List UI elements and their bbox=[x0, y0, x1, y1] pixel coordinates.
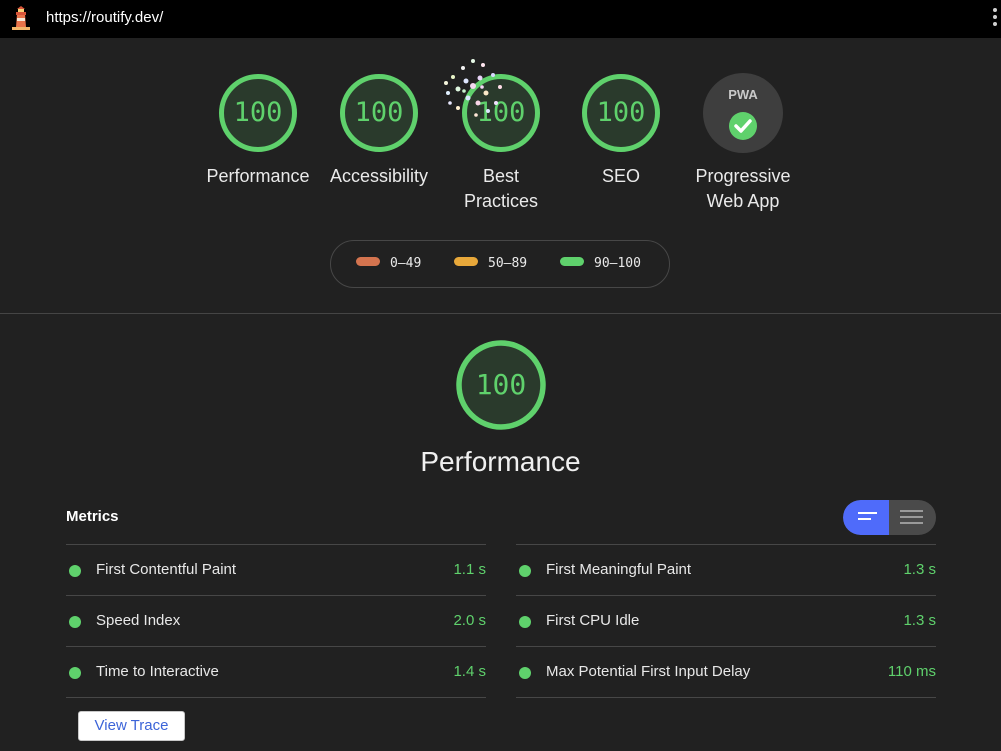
gauge-score: 100 bbox=[233, 97, 283, 128]
metric-name: First Meaningful Paint bbox=[546, 561, 692, 578]
confetti-decoration bbox=[444, 59, 502, 117]
legend-item-pass: 90–100 bbox=[560, 255, 641, 273]
gauge-seo[interactable]: 100 SEO bbox=[566, 73, 676, 189]
section-divider bbox=[0, 313, 1001, 314]
more-vert-icon[interactable] bbox=[991, 8, 999, 30]
metric-row: First Contentful Paint 1.1 s bbox=[66, 544, 486, 595]
score-ring: 100 bbox=[581, 73, 661, 153]
metric-name: Max Potential First Input Delay bbox=[546, 663, 751, 680]
gauge-label: Accessibility bbox=[329, 166, 429, 186]
metric-value: 1.4 s bbox=[453, 663, 486, 680]
metric-row: Max Potential First Input Delay 110 ms bbox=[516, 646, 936, 698]
metric-row: First CPU Idle 1.3 s bbox=[516, 595, 936, 646]
legend-swatch bbox=[560, 257, 584, 266]
legend-swatch bbox=[356, 257, 380, 266]
legend-swatch bbox=[454, 257, 478, 266]
metric-row: First Meaningful Paint 1.3 s bbox=[516, 544, 936, 595]
compact-view-button[interactable] bbox=[843, 500, 889, 535]
metrics-heading: Metrics bbox=[66, 508, 119, 525]
pass-indicator bbox=[69, 667, 81, 679]
gauge-label: SEO bbox=[601, 166, 640, 186]
metric-value: 1.3 s bbox=[903, 561, 936, 578]
metric-value: 1.3 s bbox=[903, 612, 936, 629]
metric-name: Time to Interactive bbox=[96, 663, 219, 680]
lighthouse-icon bbox=[12, 6, 30, 30]
gauge-score: 100 bbox=[596, 97, 646, 128]
metric-value: 2.0 s bbox=[453, 612, 486, 629]
pass-indicator bbox=[69, 565, 81, 577]
pass-indicator bbox=[69, 616, 81, 628]
gauge-performance[interactable]: 100 Performance bbox=[203, 73, 313, 189]
score-legend: 0–49 50–89 90–100 bbox=[330, 240, 670, 288]
gauge-label: Performance bbox=[206, 166, 310, 186]
pass-indicator bbox=[519, 667, 531, 679]
legend-item-average: 50–89 bbox=[454, 255, 527, 273]
metric-name: First Contentful Paint bbox=[96, 561, 237, 578]
metric-name: First CPU Idle bbox=[546, 612, 640, 629]
pass-indicator bbox=[519, 616, 531, 628]
score-ring: 100 bbox=[339, 73, 419, 153]
pass-indicator bbox=[519, 565, 531, 577]
metric-name: Speed Index bbox=[96, 612, 181, 629]
metric-row: Speed Index 2.0 s bbox=[66, 595, 486, 646]
gauge-score: 100 bbox=[354, 97, 404, 128]
section-title: Performance bbox=[420, 446, 581, 477]
metric-value: 1.1 s bbox=[453, 561, 486, 578]
top-bar: https://routify.dev/ bbox=[0, 0, 1001, 38]
view-trace-button[interactable]: View Trace bbox=[78, 711, 185, 741]
gauge-accessibility[interactable]: 100 Accessibility bbox=[324, 73, 434, 189]
pwa-label: PWA bbox=[728, 87, 758, 102]
gauge-label: Progressive Web App bbox=[695, 166, 791, 211]
metric-value: 110 ms bbox=[887, 663, 936, 680]
page-url[interactable]: https://routify.dev/ bbox=[46, 9, 163, 26]
legend-item-fail: 0–49 bbox=[356, 255, 421, 273]
pwa-badge: PWA bbox=[703, 73, 783, 153]
expanded-view-button[interactable] bbox=[889, 500, 936, 535]
score-ring: 100 bbox=[218, 73, 298, 153]
performance-gauge: 100 bbox=[455, 339, 547, 431]
metrics-view-toggle[interactable] bbox=[843, 500, 936, 535]
gauge-label: Best Practices bbox=[463, 166, 539, 211]
check-badge-icon bbox=[703, 73, 783, 153]
metric-row: Time to Interactive 1.4 s bbox=[66, 646, 486, 698]
gauge-pwa[interactable]: PWA Progressive Web App bbox=[687, 73, 799, 214]
performance-score: 100 bbox=[475, 368, 527, 401]
